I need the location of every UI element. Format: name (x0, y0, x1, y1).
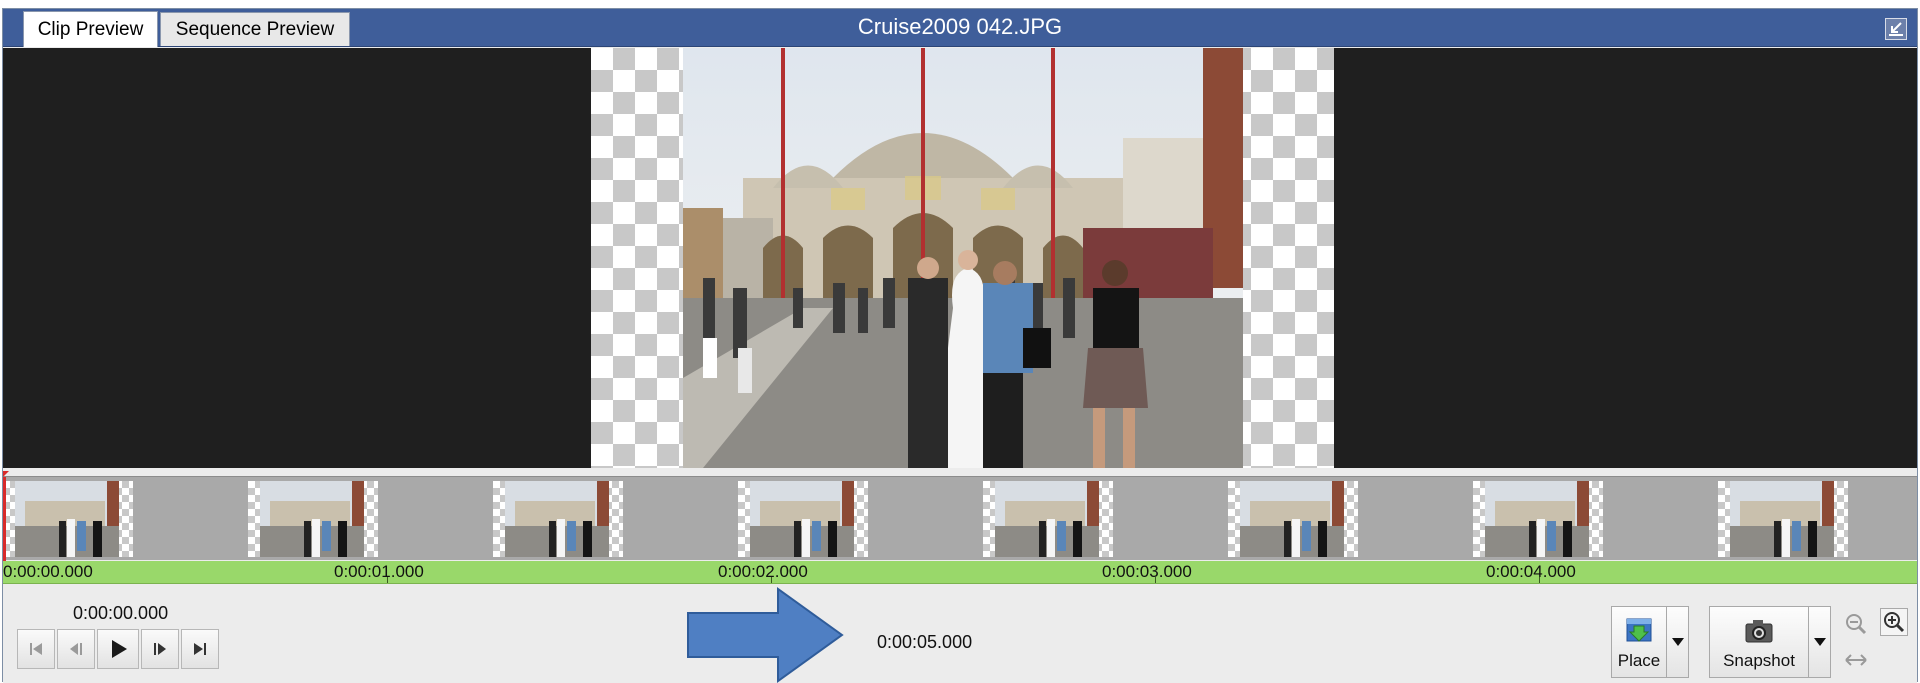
ruler-label: 0:00:03.000 (1102, 562, 1192, 581)
zoom-in-icon (1884, 612, 1905, 633)
preview-area (3, 48, 1917, 468)
clip-preview-window: Clip Preview Sequence Preview Cruise2009… (2, 8, 1918, 683)
playhead[interactable] (3, 471, 9, 561)
restore-window-icon (1889, 22, 1903, 36)
ruler-tick (387, 577, 388, 583)
step-back-icon (70, 643, 82, 655)
annotation-arrow (687, 587, 844, 683)
place-dropdown-button[interactable] (1667, 606, 1689, 678)
filmstrip-frame (738, 481, 868, 557)
play-button[interactable] (97, 629, 139, 669)
snapshot-label: Snapshot (1723, 651, 1795, 670)
snapshot-dropdown-button[interactable] (1809, 606, 1831, 678)
filmstrip[interactable] (3, 471, 1917, 561)
control-bar: 0:00:00.000 0:00:05.000 Place Snapshot (3, 585, 1917, 683)
skip-to-end-button[interactable] (181, 629, 219, 669)
filmstrip-frame (493, 481, 623, 557)
step-back-button[interactable] (57, 629, 95, 669)
ruler-label: 0:00:00.000 (3, 562, 93, 581)
filmstrip-frame (1718, 481, 1848, 557)
zoom-out-icon (1846, 614, 1867, 635)
clip-duration: 0:00:05.000 (877, 632, 973, 652)
step-forward-icon (154, 643, 166, 655)
step-forward-button[interactable] (141, 629, 179, 669)
ruler-label: 0:00:04.000 (1486, 562, 1576, 581)
tab-clip-preview[interactable]: Clip Preview (23, 11, 158, 47)
zoom-out-button[interactable] (1842, 610, 1870, 638)
skip-to-start-icon (30, 643, 42, 655)
snapshot-button[interactable]: Snapshot (1709, 606, 1809, 678)
title-bar: Clip Preview Sequence Preview Cruise2009… (3, 9, 1917, 47)
preview-image (683, 48, 1243, 468)
filmstrip-frame (1473, 481, 1603, 557)
fit-width-button[interactable] (1842, 646, 1870, 674)
place-icon (1626, 618, 1652, 642)
tab-sequence-preview[interactable]: Sequence Preview (160, 12, 350, 46)
transport-controls (17, 629, 219, 669)
play-icon (112, 640, 127, 658)
ruler-tick (1539, 577, 1540, 583)
restore-window-button[interactable] (1885, 18, 1907, 40)
current-time: 0:00:00.000 (73, 603, 169, 623)
skip-to-end-icon (194, 643, 206, 655)
filmstrip-frame (3, 481, 133, 557)
filmstrip-frame (1228, 481, 1358, 557)
ruler-label: 0:00:01.000 (334, 562, 424, 581)
filmstrip-frame (248, 481, 378, 557)
chevron-down-icon (1813, 638, 1826, 646)
skip-to-start-button[interactable] (17, 629, 55, 669)
camera-icon (1745, 620, 1773, 643)
zoom-in-button[interactable] (1880, 608, 1908, 636)
filmstrip-frame (983, 481, 1113, 557)
place-label: Place (1617, 651, 1661, 670)
chevron-down-icon (1671, 638, 1684, 646)
fit-width-icon (1845, 654, 1867, 666)
ruler-label: 0:00:02.000 (718, 562, 808, 581)
ruler-tick (771, 577, 772, 583)
playhead-handle[interactable] (3, 471, 9, 477)
time-ruler[interactable]: 0:00:00.000 0:00:01.000 0:00:02.000 0:00… (3, 561, 1917, 584)
ruler-tick (1155, 577, 1156, 583)
place-button[interactable]: Place (1611, 606, 1667, 678)
